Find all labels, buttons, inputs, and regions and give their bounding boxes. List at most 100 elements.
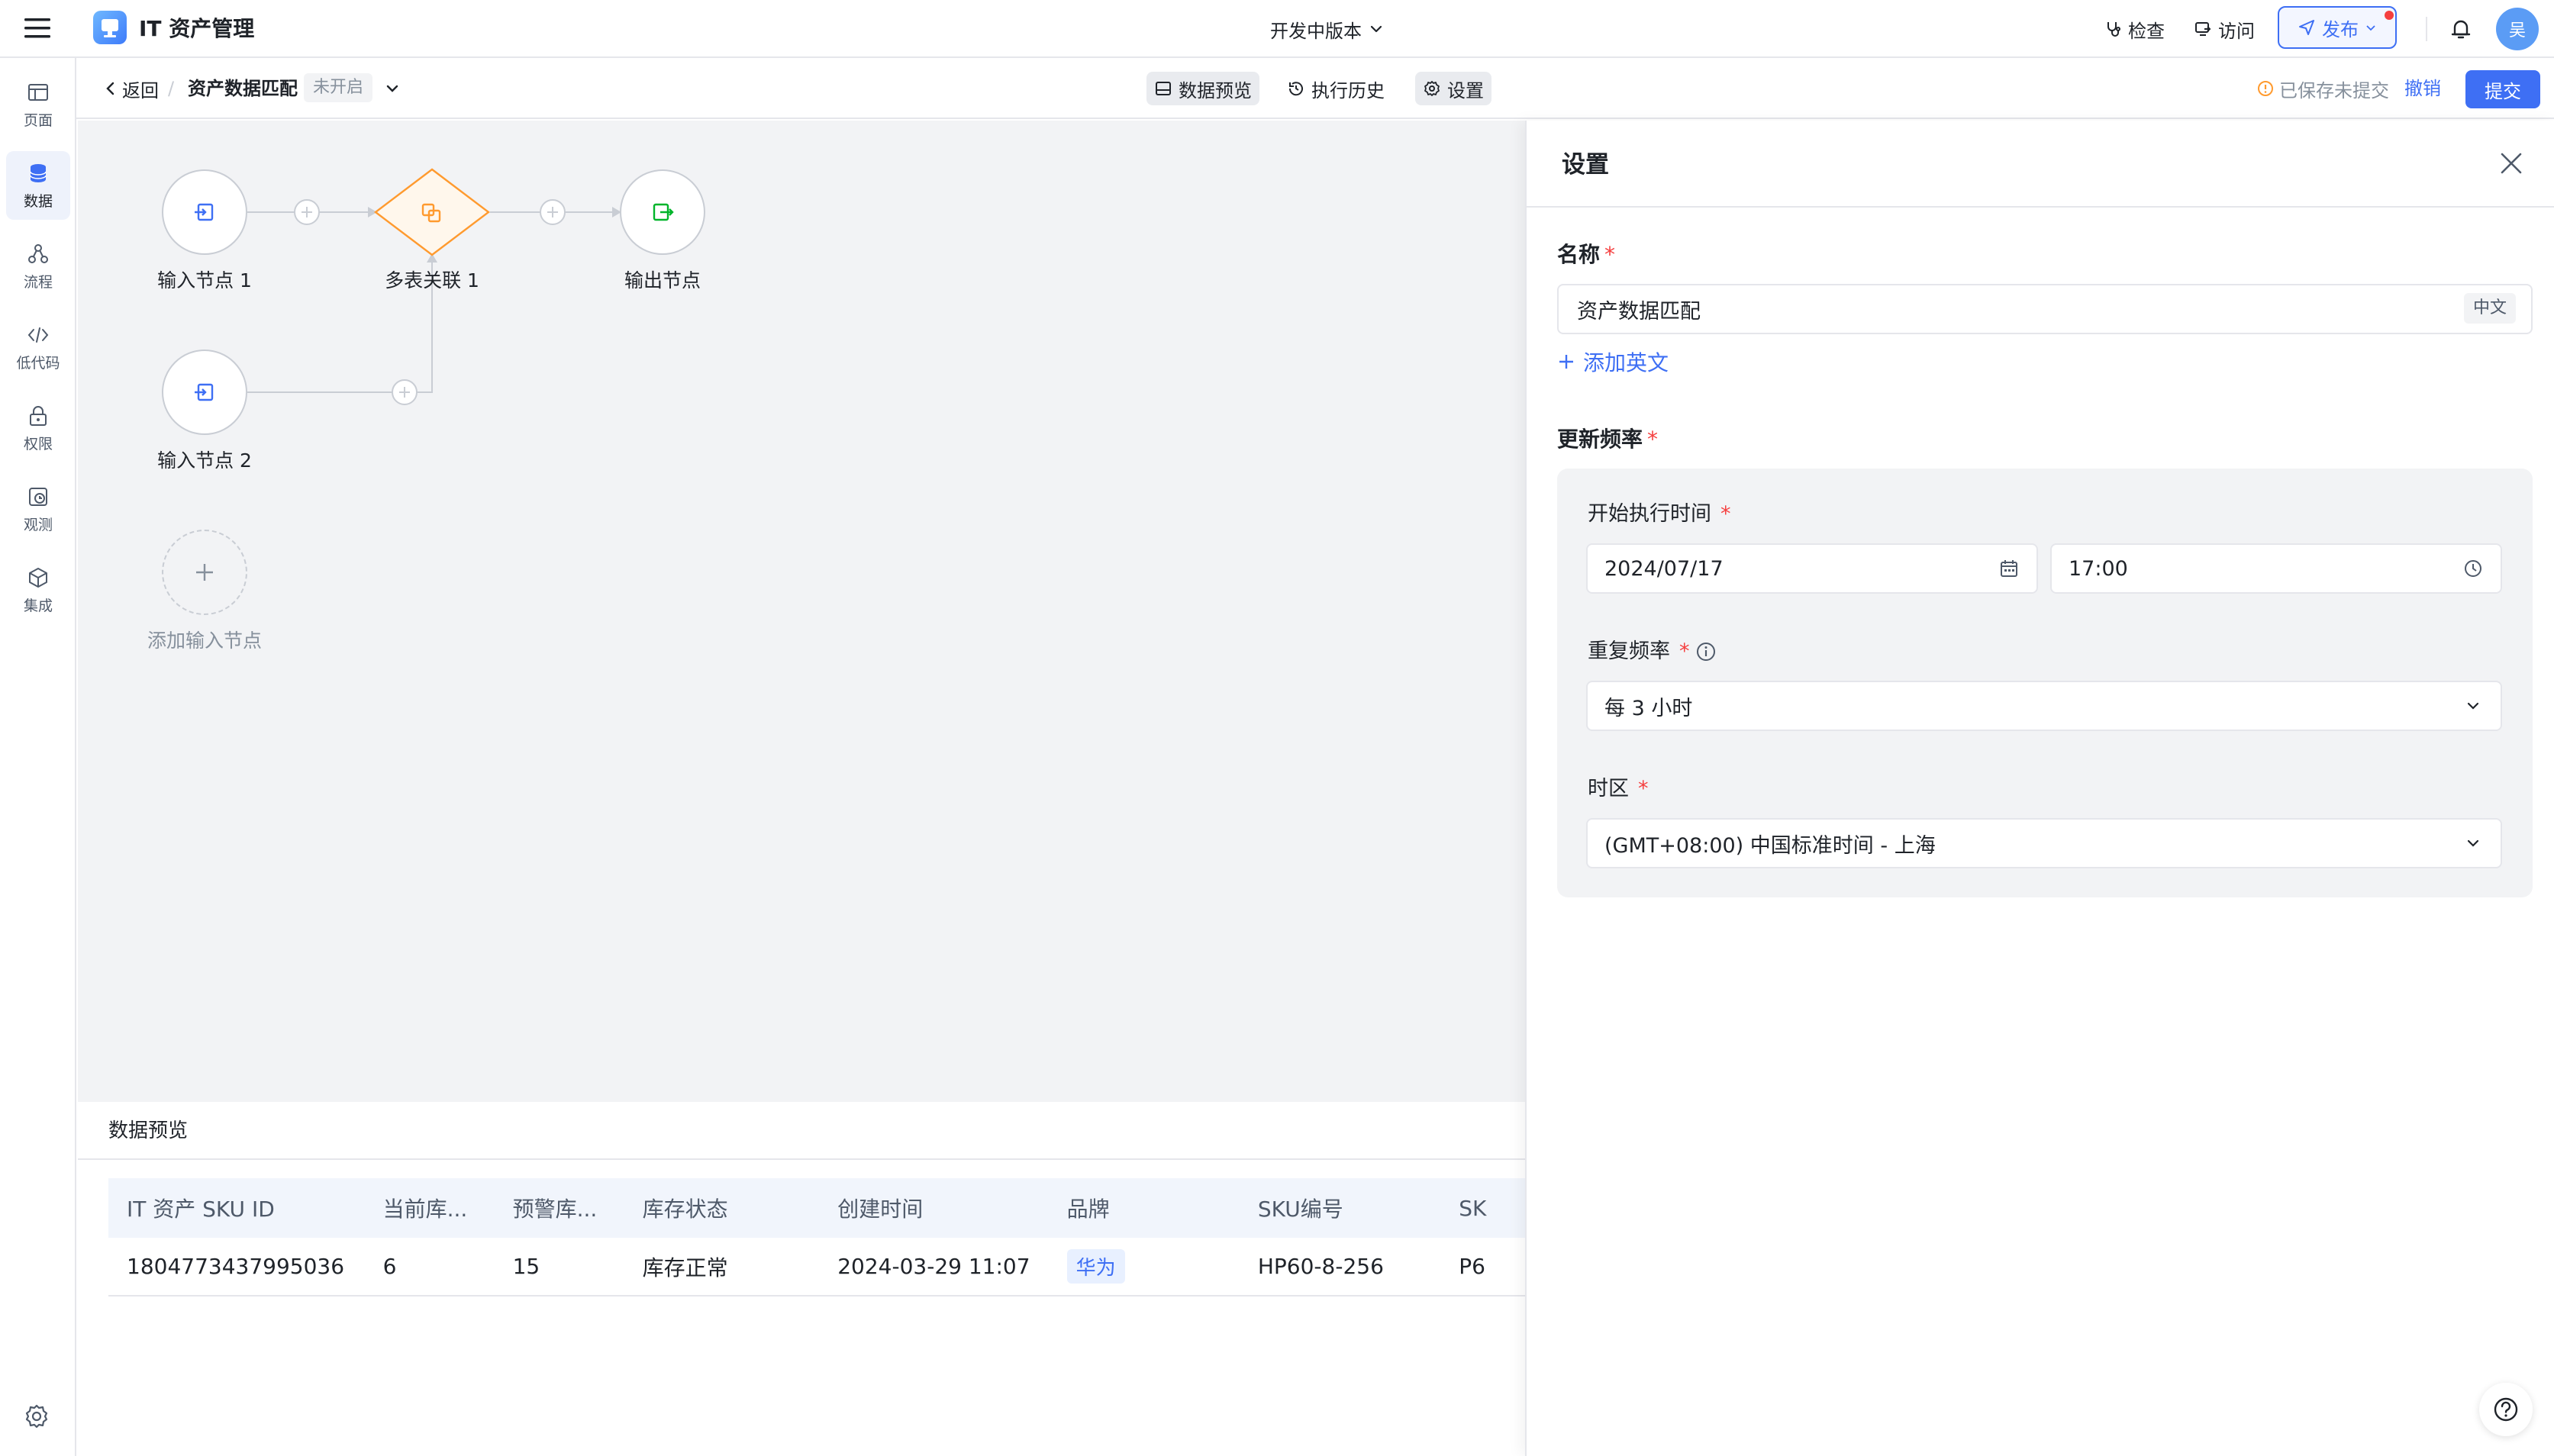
- sidebar-item-integration[interactable]: 集成: [6, 556, 70, 624]
- flow-node-input-2[interactable]: [162, 350, 247, 435]
- info-icon[interactable]: [1695, 640, 1717, 663]
- start-date-input[interactable]: 2024/07/17: [1586, 543, 2038, 594]
- visit-button[interactable]: 访问: [2194, 14, 2255, 44]
- add-step-button[interactable]: [539, 198, 566, 226]
- table-cell: 华为: [1048, 1238, 1240, 1297]
- column-header[interactable]: 品牌: [1048, 1178, 1240, 1238]
- timezone-label: 时区 *: [1588, 774, 1649, 804]
- page-title: 资产数据匹配: [188, 78, 298, 99]
- flow-node-output[interactable]: [620, 169, 705, 255]
- help-button[interactable]: [2479, 1383, 2533, 1436]
- sidebar-item-lowcode[interactable]: 低代码: [6, 313, 70, 382]
- sidebar: 页面 数据 流程 低代码 权限 观测 集成: [0, 58, 76, 1456]
- column-header[interactable]: 库存状态: [624, 1178, 820, 1238]
- calendar-icon: [2001, 560, 2017, 577]
- sidebar-item-permissions[interactable]: 权限: [6, 394, 70, 462]
- name-input[interactable]: 资产数据匹配: [1557, 284, 2533, 334]
- sidebar-item-label: 集成: [23, 597, 53, 614]
- column-header[interactable]: IT 资产 SKU ID: [108, 1178, 365, 1238]
- tab-execution-history[interactable]: 执行历史: [1279, 72, 1392, 105]
- flow-node-label: 输入节点 1: [157, 269, 252, 292]
- tab-data-preview[interactable]: 数据预览: [1146, 72, 1259, 105]
- flow-node-input-1[interactable]: [162, 169, 247, 255]
- table-cell: 2024-03-29 11:07: [819, 1238, 1049, 1297]
- submit-button[interactable]: 提交: [2465, 70, 2540, 108]
- add-input-node-button[interactable]: [162, 530, 247, 615]
- column-header[interactable]: SK: [1440, 1178, 1525, 1238]
- flow-canvas[interactable]: 输入节点 1 多表关联 1 输出节点 输入节点 2 添加输入节点: [78, 121, 1525, 1102]
- history-icon: [1288, 82, 1303, 96]
- divider: [78, 1158, 1525, 1160]
- version-select[interactable]: 开发中版本: [1270, 14, 1385, 44]
- add-english-label: 添加英文: [1583, 350, 1669, 375]
- divider: [1525, 206, 2554, 208]
- publish-button[interactable]: 发布: [2278, 6, 2397, 49]
- sidebar-item-label: 权限: [23, 435, 53, 453]
- status-badge: 未开启: [304, 73, 373, 102]
- flow-connectors: [247, 207, 621, 393]
- save-status: 已保存未提交: [2256, 73, 2389, 104]
- stethoscope-icon: [2107, 22, 2120, 37]
- add-step-button[interactable]: [293, 198, 321, 226]
- send-icon: [2299, 20, 2314, 35]
- plus-icon: [1559, 355, 1573, 369]
- close-icon[interactable]: [2496, 148, 2527, 179]
- sidebar-item-data[interactable]: 数据: [6, 151, 70, 220]
- column-header[interactable]: 当前库...: [364, 1178, 495, 1238]
- table-cell: 15: [494, 1238, 624, 1297]
- required-mark: *: [1647, 427, 1659, 452]
- timezone-select[interactable]: (GMT+08:00) 中国标准时间 - 上海: [1586, 818, 2502, 868]
- bell-icon[interactable]: [2447, 15, 2475, 43]
- gear-icon[interactable]: [21, 1401, 52, 1432]
- save-status-text: 已保存未提交: [2279, 79, 2389, 101]
- back-button[interactable]: 返回: [104, 73, 159, 104]
- sidebar-item-pages[interactable]: 页面: [6, 70, 70, 139]
- sidebar-item-label: 观测: [23, 516, 53, 533]
- tab-settings[interactable]: 设置: [1415, 72, 1491, 105]
- back-label: 返回: [122, 79, 159, 101]
- database-icon: [30, 163, 47, 182]
- avatar[interactable]: 吴: [2496, 8, 2539, 50]
- lock-icon: [30, 405, 47, 426]
- table-cell: 6: [364, 1238, 495, 1297]
- chevron-down-icon: [1370, 25, 1382, 33]
- question-icon: [2494, 1397, 2518, 1422]
- divider: [2426, 17, 2427, 41]
- status-dropdown-icon[interactable]: [383, 79, 401, 98]
- sidebar-item-label: 流程: [23, 273, 53, 291]
- table-cell: 库存正常: [624, 1238, 820, 1297]
- required-mark: *: [1720, 502, 1731, 526]
- table-row[interactable]: 1804773437995036 6 15 库存正常 2024-03-29 11…: [108, 1238, 1525, 1297]
- app-logo-icon: [93, 11, 127, 44]
- column-header[interactable]: SKU编号: [1239, 1178, 1441, 1238]
- repeat-frequency-select[interactable]: 每 3 小时: [1586, 681, 2502, 731]
- update-frequency-label: 更新频率 *: [1557, 424, 1658, 455]
- start-time-input[interactable]: 17:00: [2050, 543, 2502, 594]
- flow-node-label: 输入节点 2: [157, 449, 252, 472]
- data-preview-title: 数据预览: [108, 1119, 189, 1142]
- required-mark: *: [1638, 777, 1649, 800]
- version-label: 开发中版本: [1270, 20, 1362, 42]
- label-text: 更新频率: [1557, 427, 1643, 452]
- warning-icon: [2258, 81, 2273, 96]
- brand-tag: 华为: [1066, 1249, 1125, 1284]
- table-cell: 1804773437995036: [108, 1238, 365, 1297]
- add-step-button[interactable]: [391, 378, 418, 406]
- preview-icon: [1156, 82, 1171, 95]
- data-preview-table-wrapper[interactable]: IT 资产 SKU ID 当前库... 预警库... 库存状态 创建时间 品牌 …: [108, 1178, 1525, 1300]
- column-header[interactable]: 创建时间: [819, 1178, 1049, 1238]
- join-icon: [418, 200, 444, 226]
- undo-button[interactable]: 撤销: [2404, 73, 2441, 104]
- sidebar-item-flow[interactable]: 流程: [6, 232, 70, 301]
- check-button[interactable]: 检查: [2104, 14, 2165, 44]
- visit-label: 访问: [2218, 20, 2255, 42]
- start-time-value: 17:00: [2069, 556, 2128, 581]
- app-title: IT 资产管理: [139, 16, 255, 41]
- publish-label: 发布: [2322, 18, 2359, 40]
- add-english-button[interactable]: 添加英文: [1557, 346, 1669, 377]
- column-header[interactable]: 预警库...: [494, 1178, 624, 1238]
- sidebar-item-monitor[interactable]: 观测: [6, 475, 70, 543]
- publish-notice-dot: [2385, 11, 2394, 20]
- repeat-frequency-value: 每 3 小时: [1604, 696, 1693, 720]
- menu-icon[interactable]: [20, 12, 55, 44]
